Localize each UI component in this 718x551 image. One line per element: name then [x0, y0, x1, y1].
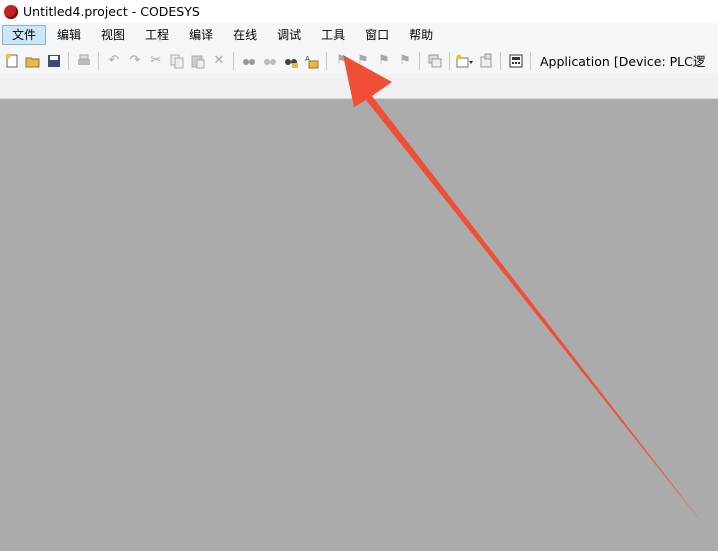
- codesys-logo-icon: [4, 4, 18, 19]
- print-icon[interactable]: [75, 52, 93, 70]
- find-icon[interactable]: [240, 52, 258, 70]
- menu-debug[interactable]: 调试: [268, 25, 310, 45]
- toolbar-separator: [449, 51, 450, 70]
- add-object-dropdown-icon[interactable]: [456, 52, 474, 70]
- toolbar: ↶ ↷ ✂ ✕ A ⚑ ⚑ ⚑ ⚑ Application [Device: P…: [0, 47, 718, 74]
- menu-file[interactable]: 文件: [2, 25, 47, 45]
- toolbar-separator: [233, 51, 234, 70]
- toolbar-separator: [419, 51, 420, 70]
- cut-icon[interactable]: ✂: [147, 52, 165, 70]
- replace-all-icon[interactable]: A: [303, 52, 321, 70]
- bookmark-toggle-icon[interactable]: ⚑: [354, 52, 372, 70]
- menu-project[interactable]: 工程: [136, 25, 178, 45]
- toolbar-separator: [68, 51, 69, 70]
- toolbar-separator: [326, 51, 327, 70]
- menu-online[interactable]: 在线: [224, 25, 266, 45]
- find-next-icon[interactable]: [261, 52, 279, 70]
- open-folder-icon[interactable]: [24, 52, 42, 70]
- toolbar-separator: [98, 51, 99, 70]
- paste-icon[interactable]: [189, 52, 207, 70]
- calculator-icon[interactable]: [507, 52, 525, 70]
- secondary-toolbar: [0, 74, 718, 99]
- delete-icon[interactable]: ✕: [210, 52, 228, 70]
- toolbar-separator: [500, 51, 501, 70]
- bookmark-clear-icon[interactable]: ⚑: [396, 52, 414, 70]
- active-application-label[interactable]: Application [Device: PLC逻: [540, 51, 705, 70]
- new-project-icon[interactable]: [3, 52, 21, 70]
- menu-help[interactable]: 帮助: [400, 25, 442, 45]
- title-bar: Untitled4.project - CODESYS: [0, 0, 718, 23]
- bookmark-next-icon[interactable]: ⚑: [375, 52, 393, 70]
- menu-build[interactable]: 编译: [180, 25, 222, 45]
- empty-workspace: [0, 99, 718, 551]
- bookmark-prev-icon[interactable]: ⚑: [333, 52, 351, 70]
- menu-view[interactable]: 视图: [92, 25, 134, 45]
- menu-tools[interactable]: 工具: [312, 25, 354, 45]
- window-stack-icon[interactable]: [426, 52, 444, 70]
- toolbar-separator: [530, 51, 531, 70]
- window-title: Untitled4.project - CODESYS: [23, 4, 200, 19]
- undo-icon[interactable]: ↶: [105, 52, 123, 70]
- device-icon[interactable]: [477, 52, 495, 70]
- menu-window[interactable]: 窗口: [356, 25, 398, 45]
- replace-icon[interactable]: [282, 52, 300, 70]
- copy-icon[interactable]: [168, 52, 186, 70]
- menu-edit[interactable]: 编辑: [48, 25, 90, 45]
- redo-icon[interactable]: ↷: [126, 52, 144, 70]
- save-icon[interactable]: [45, 52, 63, 70]
- menu-bar: 文件 编辑 视图 工程 编译 在线 调试 工具 窗口 帮助: [0, 23, 718, 47]
